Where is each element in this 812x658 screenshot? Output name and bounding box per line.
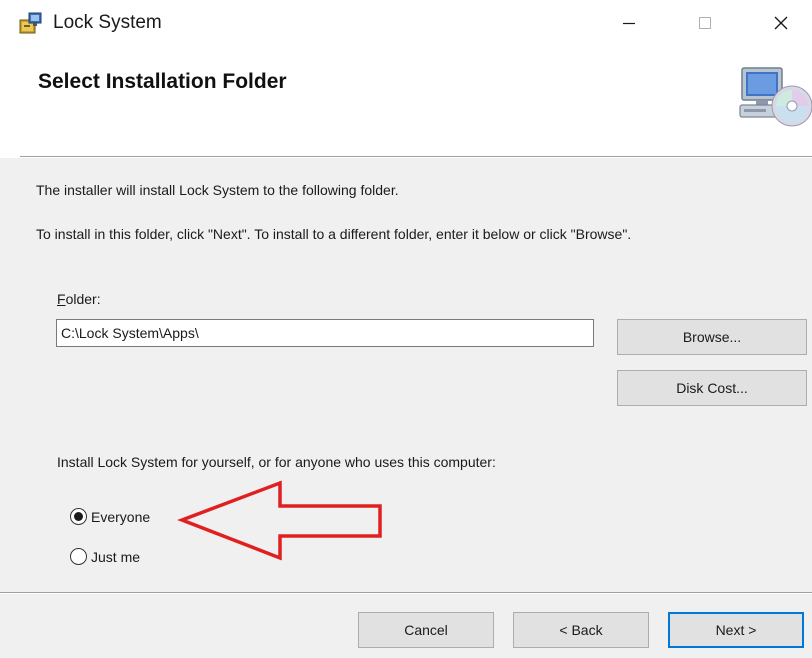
install-scope-prompt: Install Lock System for yourself, or for… <box>57 454 496 470</box>
computer-cd-icon <box>739 67 812 127</box>
folder-label: Folder: <box>57 291 101 307</box>
dialog-footer: Cancel < Back Next > <box>0 594 812 658</box>
close-icon <box>774 16 788 30</box>
folder-label-accelerator: F <box>57 291 66 307</box>
radio-selected-indicator[interactable] <box>70 508 87 525</box>
next-button[interactable]: Next > <box>668 612 804 648</box>
cancel-button[interactable]: Cancel <box>358 612 494 648</box>
radio-just-me-label[interactable]: Just me <box>91 549 140 565</box>
page-title: Select Installation Folder <box>38 70 287 93</box>
dialog-header: Select Installation Folder <box>0 46 812 156</box>
radio-everyone-label[interactable]: Everyone <box>91 509 150 525</box>
radio-everyone[interactable]: Everyone <box>70 508 150 525</box>
folder-label-text: older: <box>65 291 101 307</box>
intro-text: The installer will install Lock System t… <box>36 182 399 198</box>
instructions-text: To install in this folder, click "Next".… <box>36 226 632 242</box>
red-arrow-annotation-icon <box>177 480 382 561</box>
close-button[interactable] <box>746 0 812 46</box>
folder-path-input[interactable] <box>56 319 594 347</box>
installer-icon <box>19 12 42 34</box>
dialog-body: The installer will install Lock System t… <box>0 158 812 592</box>
minimize-icon <box>623 22 635 25</box>
title-bar[interactable]: Lock System <box>0 0 812 46</box>
maximize-icon <box>699 17 711 29</box>
window-title: Lock System <box>53 12 162 33</box>
radio-unselected-indicator[interactable] <box>70 548 87 565</box>
minimize-button[interactable] <box>594 0 664 46</box>
radio-just-me[interactable]: Just me <box>70 548 140 565</box>
disk-cost-button[interactable]: Disk Cost... <box>617 370 807 406</box>
browse-button[interactable]: Browse... <box>617 319 807 355</box>
maximize-button[interactable] <box>670 0 740 46</box>
back-button[interactable]: < Back <box>513 612 649 648</box>
installer-window: Lock System Select Installation Folder T… <box>0 0 812 658</box>
